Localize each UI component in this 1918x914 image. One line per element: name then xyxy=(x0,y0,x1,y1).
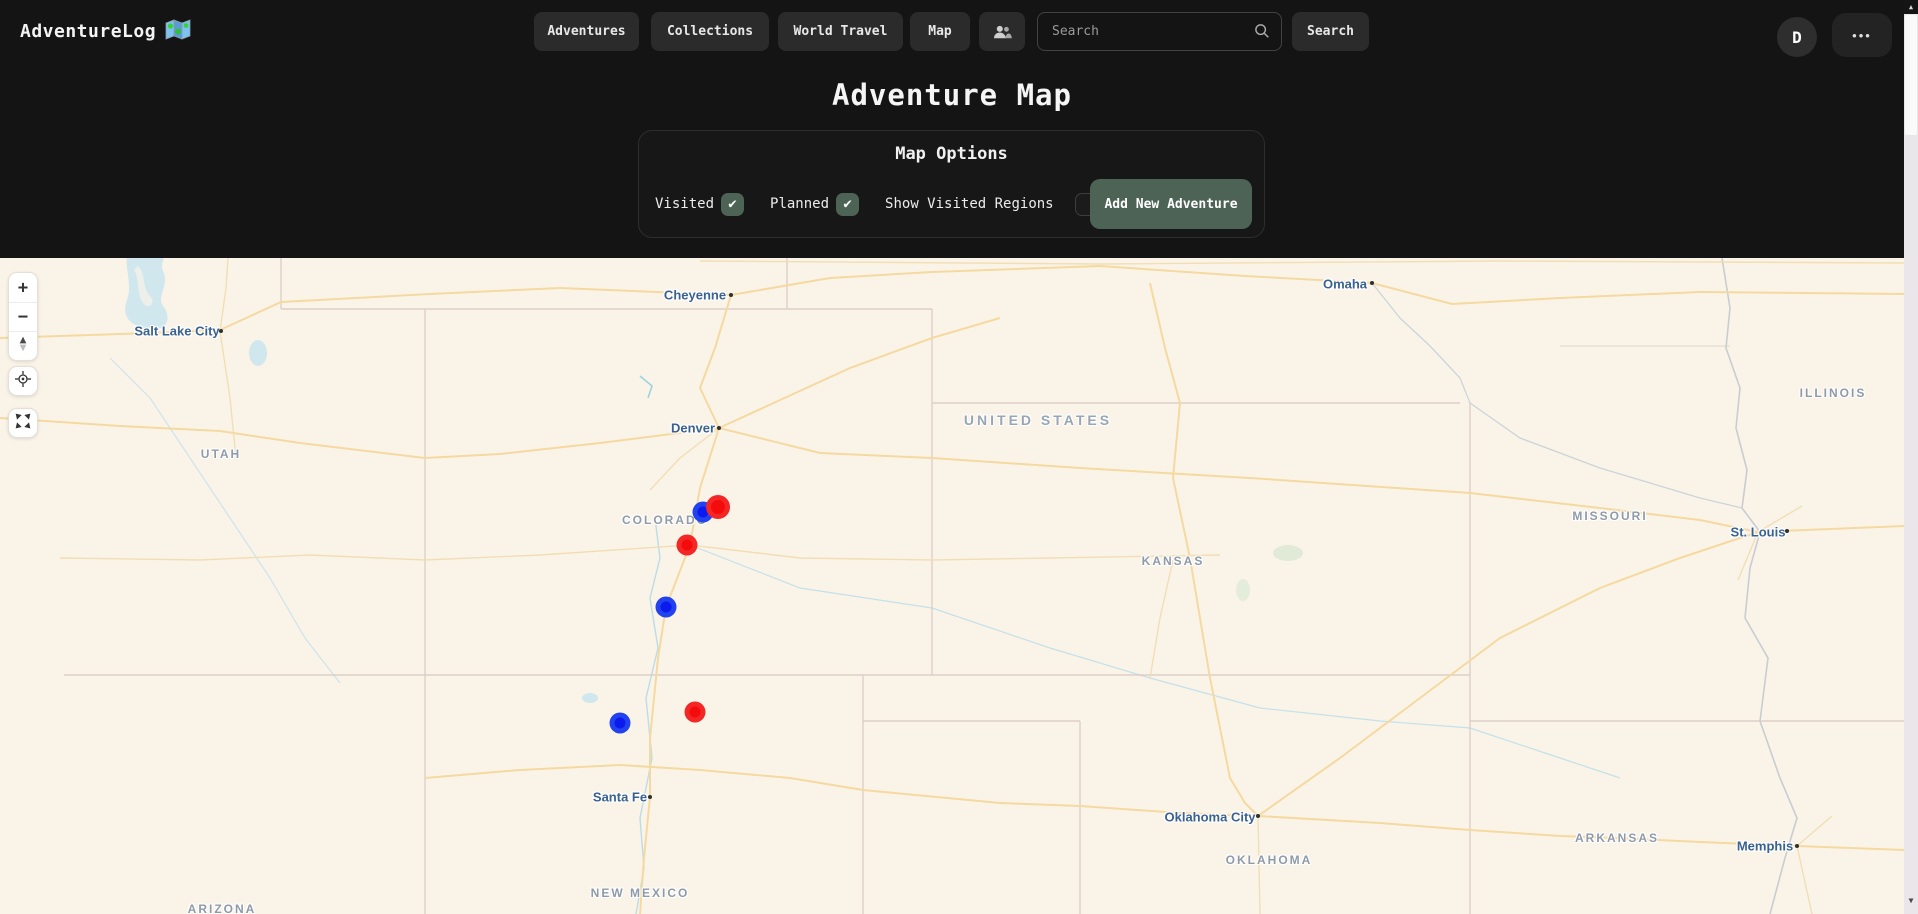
city-label-st-louis: St. Louis xyxy=(1731,525,1786,540)
state-label-missouri: MISSOURI xyxy=(1572,509,1647,523)
city-label-denver: Denver xyxy=(671,421,715,436)
scrollbar-down-arrow[interactable]: ▼ xyxy=(1904,894,1918,908)
users-icon xyxy=(992,24,1012,39)
add-new-adventure-button[interactable]: Add New Adventure xyxy=(1090,179,1252,229)
compass-button[interactable] xyxy=(9,331,37,360)
city-label-oklahoma-city: Oklahoma City xyxy=(1164,810,1255,825)
page-title: Adventure Map xyxy=(0,78,1904,112)
map-options-panel: Map Options Visited ✔ Planned ✔ Show Vis… xyxy=(638,130,1265,238)
more-menu-button[interactable]: ••• xyxy=(1832,13,1892,57)
visited-toggle-label: Visited xyxy=(655,196,714,212)
state-label-new-mexico: NEW MEXICO xyxy=(591,886,690,900)
city-dot-memphis xyxy=(1795,844,1799,848)
geolocate-button[interactable] xyxy=(8,366,38,396)
map-basemap-graphics xyxy=(0,258,1904,914)
search-field-wrap xyxy=(1037,12,1282,51)
map-canvas[interactable]: UNITED STATES UTAH COLORADO KANSAS MISSO… xyxy=(0,258,1904,914)
city-dot-st-louis xyxy=(1785,529,1789,533)
city-dot-cheyenne xyxy=(729,293,733,297)
search-button[interactable]: Search xyxy=(1292,12,1369,51)
show-visited-regions-label: Show Visited Regions xyxy=(885,196,1054,212)
adventure-marker-red[interactable] xyxy=(677,535,698,556)
city-dot-oklahoma-city xyxy=(1256,814,1260,818)
scrollbar-up-arrow[interactable]: ▲ xyxy=(1904,0,1918,14)
city-label-memphis: Memphis xyxy=(1737,839,1793,854)
adventure-marker-red[interactable] xyxy=(685,702,706,723)
search-input[interactable] xyxy=(1037,12,1282,51)
state-label-illinois: ILLINOIS xyxy=(1800,386,1867,400)
users-button[interactable] xyxy=(979,12,1025,51)
fullscreen-button[interactable] xyxy=(8,408,38,438)
nav-adventures-button[interactable]: Adventures xyxy=(534,12,639,51)
visited-checkbox[interactable]: ✔ xyxy=(721,193,744,216)
top-nav-bar: AdventureLog Adventures Collections Worl… xyxy=(0,0,1918,64)
state-label-arizona: ARIZONA xyxy=(188,902,257,914)
map-zoom-controls: + − xyxy=(8,272,38,361)
state-label-kansas: KANSAS xyxy=(1142,554,1205,568)
planned-toggle-label: Planned xyxy=(770,196,829,212)
city-dot-denver xyxy=(717,426,721,430)
nav-collections-button[interactable]: Collections xyxy=(651,12,769,51)
adventure-marker-blue[interactable] xyxy=(656,597,677,618)
state-label-oklahoma: OKLAHOMA xyxy=(1226,853,1313,867)
scrollbar-thumb[interactable] xyxy=(1905,15,1917,135)
adventurelog-app: AdventureLog Adventures Collections Worl… xyxy=(0,0,1918,914)
planned-checkbox[interactable]: ✔ xyxy=(836,193,859,216)
adventure-marker-red[interactable] xyxy=(706,495,730,519)
country-label: UNITED STATES xyxy=(964,412,1112,428)
city-dot-santa-fe xyxy=(648,795,652,799)
zoom-out-button[interactable]: − xyxy=(9,302,37,331)
city-label-cheyenne: Cheyenne xyxy=(664,288,726,303)
nav-world-travel-button[interactable]: World Travel xyxy=(778,12,903,51)
city-dot-omaha xyxy=(1370,281,1374,285)
city-label-santa-fe: Santa Fe xyxy=(593,790,647,805)
state-label-utah: UTAH xyxy=(201,447,241,461)
user-avatar[interactable]: D xyxy=(1777,17,1817,57)
map-options-row: Visited ✔ Planned ✔ Show Visited Regions xyxy=(655,179,1098,229)
compass-icon xyxy=(13,334,33,359)
page-scrollbar[interactable] xyxy=(1904,0,1918,914)
city-dot-salt-lake-city xyxy=(219,329,223,333)
city-label-salt-lake-city: Salt Lake City xyxy=(134,324,219,339)
city-label-omaha: Omaha xyxy=(1323,277,1367,292)
nav-map-button[interactable]: Map xyxy=(910,12,970,51)
fullscreen-icon xyxy=(13,411,33,435)
map-icon xyxy=(165,18,191,44)
state-label-arkansas: ARKANSAS xyxy=(1575,831,1659,845)
app-logo[interactable]: AdventureLog xyxy=(20,18,191,44)
geolocate-icon xyxy=(13,369,33,393)
adventure-marker-blue[interactable] xyxy=(610,713,631,734)
zoom-in-button[interactable]: + xyxy=(9,273,37,302)
map-options-title: Map Options xyxy=(639,144,1264,164)
app-title: AdventureLog xyxy=(20,21,156,42)
search-icon xyxy=(1253,22,1271,44)
